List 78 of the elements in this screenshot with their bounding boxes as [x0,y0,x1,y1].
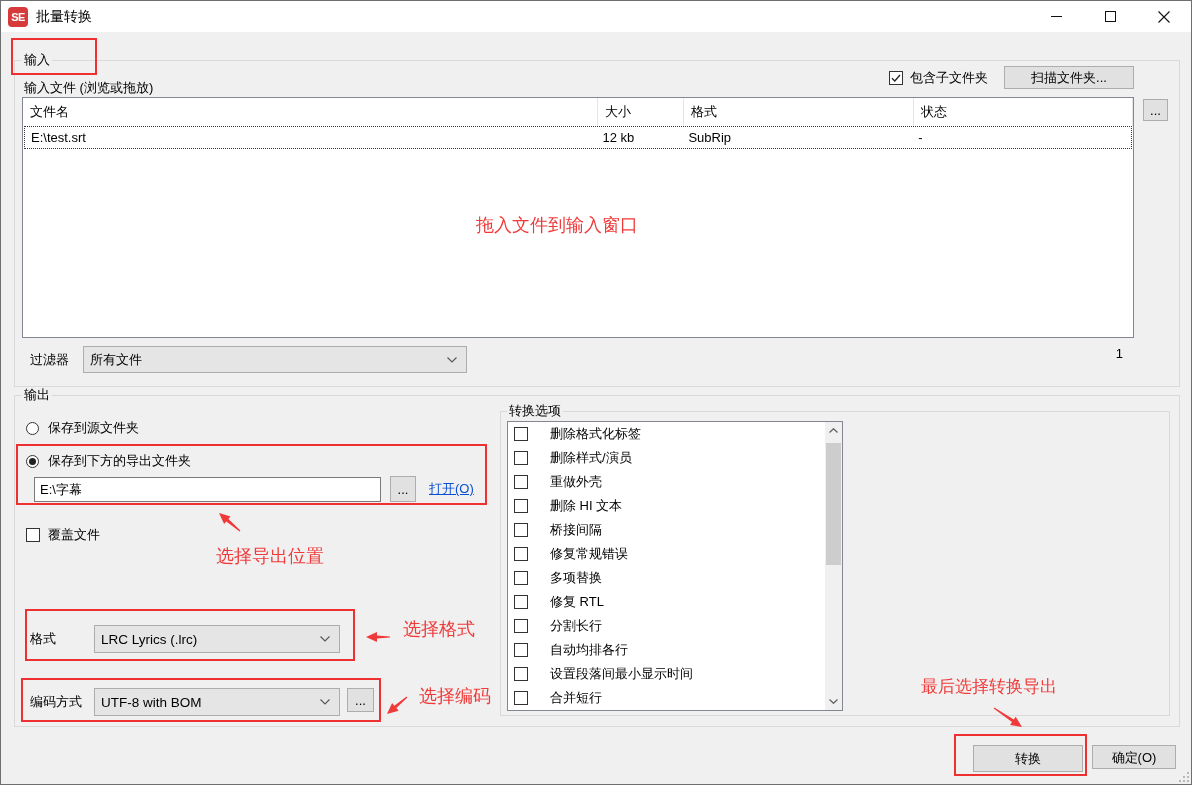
option-label[interactable]: 修复 RTL [550,593,604,611]
checkbox[interactable] [514,523,528,537]
radio-button[interactable] [26,454,39,468]
resize-grip-icon[interactable] [1179,772,1189,782]
option-label[interactable]: 删除格式化标签 [550,425,641,443]
column-header[interactable]: 状态 [914,98,1133,126]
option-label[interactable]: 合并短行 [550,689,602,707]
close-icon[interactable] [1158,10,1170,23]
option-label[interactable]: 多项替换 [550,569,602,587]
chevron-down-icon [320,636,330,642]
column-header[interactable]: 格式 [684,98,914,126]
group-title: 输出 [24,387,50,402]
radio-label[interactable]: 保存到下方的导出文件夹 [48,452,191,470]
option-label[interactable]: 重做外壳 [550,473,602,491]
file-count: 1 [1115,346,1123,361]
radio-button[interactable] [26,421,39,435]
checkbox[interactable] [514,427,528,441]
scan-folder-button[interactable]: 扫描文件夹... [1004,66,1134,89]
convert-button[interactable]: 转换 [973,745,1083,772]
folder-field[interactable]: E:\字幕 [34,476,381,502]
browse-button[interactable]: ... [390,476,416,502]
checkbox[interactable] [514,691,528,705]
filter-label: 过滤器 [29,350,70,369]
checkbox[interactable] [514,451,528,465]
scrollbar-thumb[interactable] [826,443,841,565]
table-row[interactable]: E:\test.srt 12 kb SubRip - [24,126,1132,149]
scroll-up-icon[interactable] [829,428,838,433]
format-dropdown[interactable]: LRC Lyrics (.lrc) [94,625,340,653]
checkbox-label[interactable]: 覆盖文件 [48,526,100,544]
chevron-down-icon [320,699,330,705]
checkbox[interactable] [514,643,528,657]
scrollbar[interactable] [825,422,842,710]
table-cell-text: E:\test.srt [30,129,87,147]
files-label: 输入文件 (浏览或拖放) [23,79,155,97]
checkbox[interactable] [889,70,903,85]
options-list[interactable]: 删除格式化标签 删除样式/演员 重做外壳 删除 HI 文本 桥接间隔 修复常规错误 多项替换 修复 RTL 分割长行 自动均排各行 设置段落间最小显示时间 合并短行 [507,421,843,711]
more-button[interactable]: ... [347,688,374,712]
column-header[interactable]: 大小 [598,98,684,126]
annotation-text: 选择编码 [419,686,491,708]
window-title: 批量转换 [36,7,92,26]
annotation-text: 选择导出位置 [216,546,324,568]
checkbox[interactable] [514,619,528,633]
option-label[interactable]: 自动均排各行 [550,641,628,659]
annotation-text: 最后选择转换导出 [921,677,1057,697]
option-label[interactable]: 桥接间隔 [550,521,602,539]
option-label[interactable]: 删除 HI 文本 [550,497,623,515]
checkbox[interactable] [514,571,528,585]
group-title: 转换选项 [509,403,561,418]
encoding-dropdown[interactable]: UTF-8 with BOM [94,688,340,716]
more-button[interactable]: ... [1143,99,1168,121]
checkbox[interactable] [514,475,528,489]
column-header[interactable]: 文件名 [23,98,598,126]
option-label[interactable]: 分割长行 [550,617,602,635]
option-label[interactable]: 设置段落间最小显示时间 [550,665,693,683]
annotation-text: 选择格式 [403,619,475,641]
checkbox-label[interactable]: 包含子文件夹 [910,68,988,87]
encoding-label: 编码方式 [30,693,83,711]
table-cell-text: 12 kb [601,129,636,147]
open-link[interactable]: 打开(O) [429,480,474,498]
chevron-down-icon [447,356,457,363]
format-label: 格式 [30,630,57,648]
scroll-down-icon[interactable] [829,699,838,704]
app-logo: SE [8,6,28,27]
checkbox[interactable] [514,547,528,561]
checkbox[interactable] [514,667,528,681]
table-cell-text: SubRip [687,129,733,147]
checkbox[interactable] [26,528,40,542]
filter-dropdown[interactable]: 所有文件 [83,346,467,373]
checkbox[interactable] [514,595,528,609]
option-label[interactable]: 删除样式/演员 [550,449,632,467]
annotation-text: 拖入文件到输入窗口 [476,215,638,237]
radio-label[interactable]: 保存到源文件夹 [48,419,139,437]
table-cell-text: - [917,129,924,147]
group-title: 输入 [24,52,50,67]
ok-button[interactable]: 确定(O) [1092,745,1176,769]
option-label[interactable]: 修复常规错误 [550,545,628,563]
checkbox[interactable] [514,499,528,513]
maximize-icon[interactable] [1105,11,1116,22]
